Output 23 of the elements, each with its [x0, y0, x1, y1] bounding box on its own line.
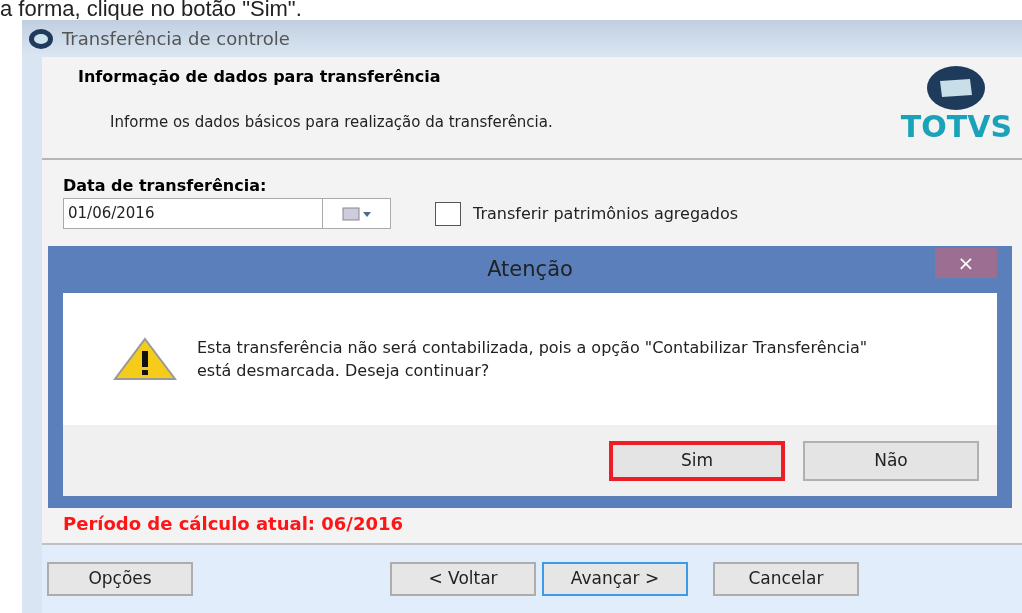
header-subtitle: Informe os dados básicos para realização da transferência. [109, 112, 553, 133]
period-text: Período de cálculo atual: 06/2016 [63, 513, 404, 534]
calendar-icon [341, 206, 372, 221]
dialog-button[interactable]: Não [803, 440, 979, 481]
ring-logo-icon [28, 27, 54, 50]
checkbox[interactable] [435, 201, 461, 226]
window-title: Transferência de controle [62, 27, 290, 51]
date-field[interactable]: 01/06/2016 [63, 198, 323, 229]
header-title: Informação de dados para transferência [78, 66, 442, 88]
warning-icon [113, 337, 177, 381]
wizard-button[interactable]: < Voltar [390, 562, 536, 596]
ring-logo-icon [926, 65, 987, 111]
dialog-title: Atenção [487, 255, 573, 283]
logo-text: TOTVS [900, 111, 1012, 143]
dialog-message: Esta transferência não será contabilizada, pois a opção "Contabilizar Transferência" está desmarcada. Deseja continuar? [197, 337, 869, 382]
date-label: Data de transferência: [63, 175, 268, 197]
close-button[interactable]: × [935, 248, 997, 278]
wizard-button[interactable]: Cancelar [713, 562, 859, 596]
dialog-button[interactable]: Sim [609, 440, 785, 481]
wizard-button[interactable]: Opções [47, 562, 193, 596]
wizard-button[interactable]: Avançar > [542, 562, 688, 596]
caption-text: a forma, clique no botão "Sim". [0, 0, 302, 20]
checkbox-label: Transferir patrimônios agregados [473, 202, 739, 225]
